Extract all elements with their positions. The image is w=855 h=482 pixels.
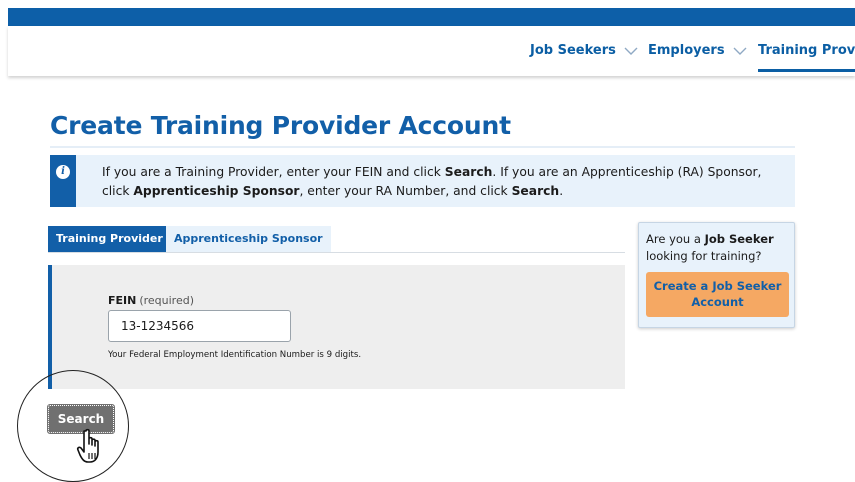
fein-form-panel: FEIN(required) Your Federal Employment I… xyxy=(48,265,625,389)
chevron-down-icon xyxy=(624,47,638,55)
fein-label: FEIN (required) xyxy=(108,294,194,307)
nav-item-employers[interactable]: Employers xyxy=(648,43,747,58)
hand-pointer-icon xyxy=(76,428,99,463)
info-alert-text: If you are a Training Provider, enter yo… xyxy=(102,163,792,201)
fein-input[interactable] xyxy=(108,310,291,342)
tab-apprenticeship-sponsor[interactable]: Apprenticeship Sponsor xyxy=(166,226,331,252)
info-alert: i If you are a Training Provider, enter … xyxy=(50,155,795,207)
fein-label-text: FEIN xyxy=(108,294,137,307)
info-alert-strip: i xyxy=(50,155,76,207)
job-seeker-prompt: Are you a Job Seeker looking for trainin… xyxy=(646,231,791,265)
nav-item-training-providers[interactable]: Training Provic xyxy=(758,43,855,58)
account-type-tabs: Training Provider Apprenticeship Sponsor xyxy=(48,226,625,253)
job-seeker-card: Are you a Job Seeker looking for trainin… xyxy=(638,222,795,328)
chevron-down-icon xyxy=(733,47,747,55)
fein-help-text: Your Federal Employment Identification N… xyxy=(108,350,362,360)
nav-item-label: Job Seekers xyxy=(530,43,616,58)
tab-training-provider[interactable]: Training Provider xyxy=(48,226,171,252)
nav-active-indicator xyxy=(758,69,855,72)
info-text-part: . xyxy=(559,184,564,198)
nav-item-label: Employers xyxy=(648,43,725,58)
info-text-bold: Apprenticeship Sponsor xyxy=(133,184,300,198)
info-text-bold: Search xyxy=(444,165,493,179)
job-seeker-prompt-part: Are you a xyxy=(646,232,705,246)
page-title: Create Training Provider Account xyxy=(50,111,511,140)
job-seeker-prompt-part: looking for training? xyxy=(646,249,762,263)
info-icon: i xyxy=(56,165,70,179)
nav-item-label: Training Provic xyxy=(758,43,855,58)
top-banner xyxy=(8,8,855,26)
info-text-part: , enter your RA Number, and click xyxy=(299,184,512,198)
title-divider xyxy=(50,146,795,148)
nav-item-job-seekers[interactable]: Job Seekers xyxy=(530,43,638,58)
create-job-seeker-account-button[interactable]: Create a Job Seeker Account xyxy=(646,272,789,317)
info-text-bold: Search xyxy=(511,184,560,198)
main-nav: Job Seekers Employers Training Provic xyxy=(8,26,855,76)
job-seeker-prompt-bold: Job Seeker xyxy=(704,232,774,246)
fein-required-text: (required) xyxy=(139,294,195,307)
info-text-part: If you are a Training Provider, enter yo… xyxy=(102,165,445,179)
